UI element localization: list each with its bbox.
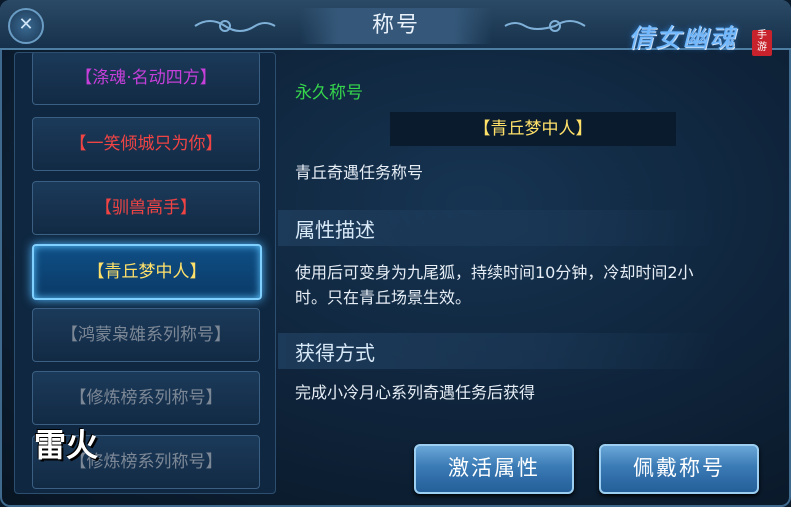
activate-attribute-button[interactable]: 激活属性 xyxy=(414,444,574,494)
title-list-item-label: 【青丘梦中人】 xyxy=(87,262,207,282)
title-name-plate: 【青丘梦中人】 xyxy=(390,112,676,146)
title-list-item-label: 【驯兽高手】 xyxy=(95,198,197,218)
title-list-item[interactable]: 【一笑倾城只为你】 xyxy=(32,117,260,171)
title-list-item-label: 【一笑倾城只为你】 xyxy=(69,134,223,154)
attribute-section-heading: 属性描述 xyxy=(278,210,718,246)
window-title: 称号 xyxy=(300,8,492,44)
cloud-ornament-left xyxy=(194,20,276,32)
close-button[interactable]: ✕ xyxy=(8,8,44,44)
title-list-item-label: 【鸿蒙枭雄系列称号】 xyxy=(61,325,231,345)
obtain-section-heading: 获得方式 xyxy=(278,333,718,369)
duration-label: 永久称号 xyxy=(295,83,363,103)
title-list-item[interactable]: 【驯兽高手】 xyxy=(32,181,260,235)
title-list-item-label: 【修炼榜系列称号】 xyxy=(69,388,223,408)
close-icon: ✕ xyxy=(18,14,34,35)
studio-watermark: 雷火 xyxy=(34,426,99,464)
title-list-item-label: 【涤魂·名动四方】 xyxy=(75,68,217,88)
wear-title-button[interactable]: 佩戴称号 xyxy=(599,444,759,494)
title-list-item[interactable]: 【修炼榜系列称号】 xyxy=(32,371,260,425)
title-list-item[interactable]: 【鸿蒙枭雄系列称号】 xyxy=(32,308,260,362)
title-list-item[interactable]: 【涤魂·名动四方】 xyxy=(32,53,260,105)
obtain-heading-label: 获得方式 xyxy=(295,341,375,365)
attribute-description-line1: 使用后可变身为九尾狐，持续时间10分钟，冷却时间2小 xyxy=(295,263,694,282)
title-detail-panel: 永久称号 【青丘梦中人】 青丘奇遇任务称号 属性描述 使用后可变身为九尾狐，持续… xyxy=(278,52,778,494)
title-source-text: 青丘奇遇任务称号 xyxy=(295,163,424,182)
obtain-method-text: 完成小冷月心系列奇遇任务后获得 xyxy=(295,383,536,402)
attribute-description-line2: 时。只在青丘场景生效。 xyxy=(295,288,472,307)
cloud-ornament-right xyxy=(504,20,586,32)
attribute-heading-label: 属性描述 xyxy=(295,218,375,242)
title-list-item-selected[interactable]: 【青丘梦中人】 xyxy=(32,244,262,300)
